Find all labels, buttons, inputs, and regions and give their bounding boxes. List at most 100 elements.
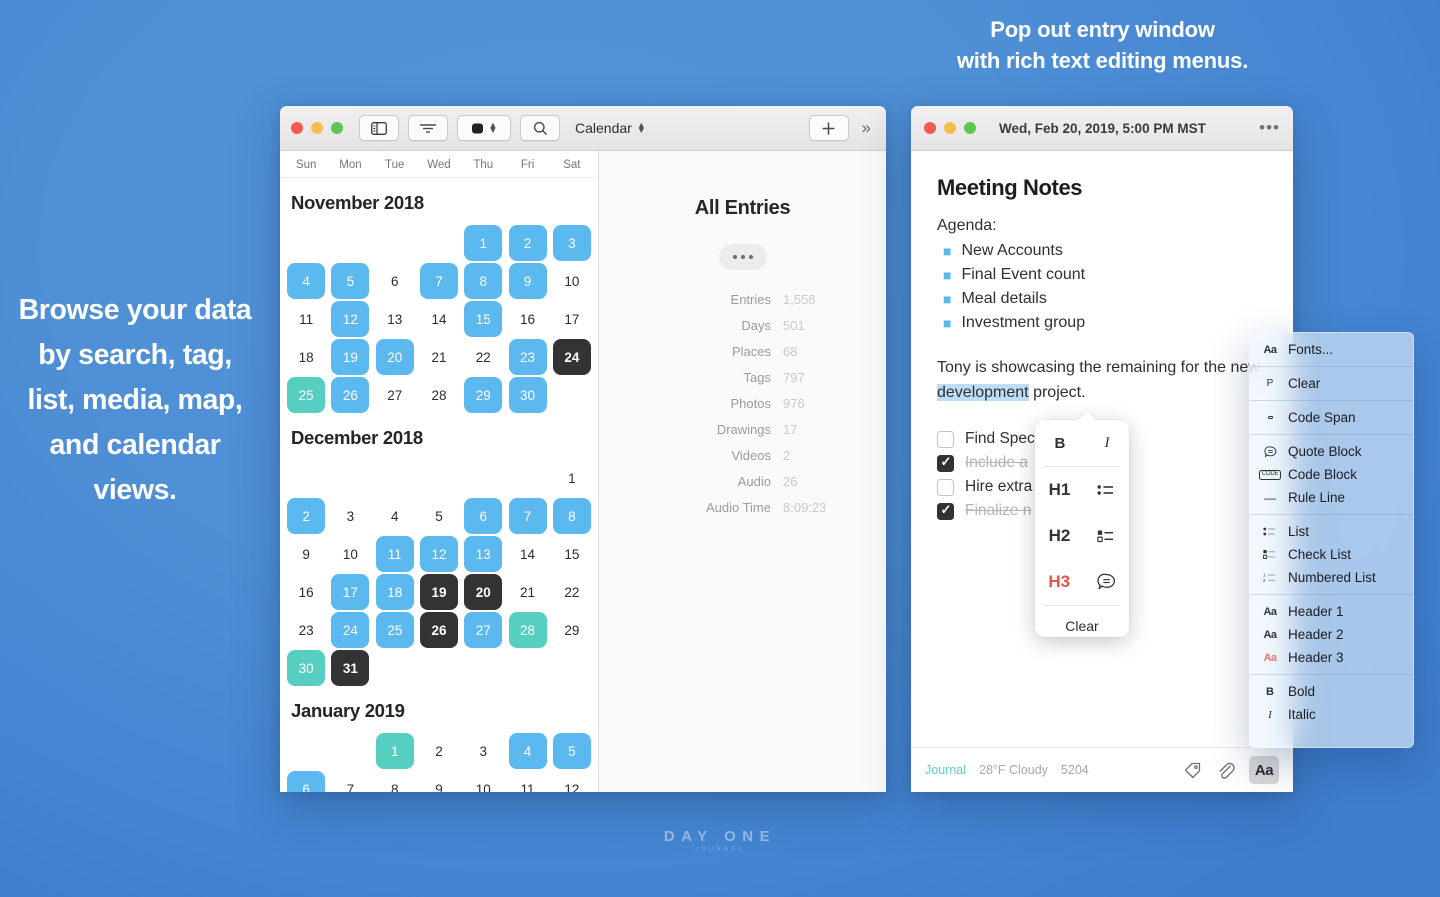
todo-checkbox[interactable] xyxy=(937,454,954,472)
calendar-day[interactable]: 4 xyxy=(284,263,328,299)
stats-more-button[interactable] xyxy=(718,244,767,270)
calendar-day[interactable]: 26 xyxy=(417,612,461,648)
italic-button[interactable]: I xyxy=(1104,435,1109,452)
calendar-day[interactable]: 6 xyxy=(373,263,417,299)
calendar-day[interactable]: 3 xyxy=(550,225,594,261)
close-button[interactable] xyxy=(291,122,303,134)
calendar-day[interactable]: 12 xyxy=(328,301,372,337)
calendar-day[interactable]: 12 xyxy=(417,536,461,572)
calendar-day[interactable]: 24 xyxy=(550,339,594,375)
calendar-day[interactable]: 21 xyxy=(417,339,461,375)
h1-button[interactable]: H1 xyxy=(1049,480,1071,500)
calendar-day[interactable]: 1 xyxy=(550,460,594,496)
calendar-day[interactable]: 7 xyxy=(328,771,372,793)
calendar-day[interactable]: 1 xyxy=(461,225,505,261)
calendar-day[interactable]: 19 xyxy=(417,574,461,610)
calendar-day[interactable]: 13 xyxy=(461,536,505,572)
calendar-day[interactable]: 30 xyxy=(284,650,328,686)
calendar-day[interactable]: 8 xyxy=(373,771,417,793)
bullet-list-icon[interactable] xyxy=(1097,483,1115,497)
calendar-day[interactable]: 15 xyxy=(550,536,594,572)
calendar-day[interactable]: 2 xyxy=(417,733,461,769)
quote-icon[interactable] xyxy=(1097,573,1116,591)
search-button[interactable] xyxy=(520,115,560,141)
calendar-day[interactable]: 6 xyxy=(461,498,505,534)
calendar-day[interactable]: 12 xyxy=(550,771,594,793)
calendar-day[interactable]: 31 xyxy=(328,650,372,686)
calendar-day[interactable]: 29 xyxy=(550,612,594,648)
menu-item-rule-line[interactable]: — Rule Line xyxy=(1250,486,1413,509)
calendar-day[interactable]: 14 xyxy=(505,536,549,572)
calendar-day[interactable]: 24 xyxy=(328,612,372,648)
todo-checkbox[interactable] xyxy=(937,430,954,448)
calendar-day[interactable]: 5 xyxy=(417,498,461,534)
todo-checkbox[interactable] xyxy=(937,478,954,496)
calendar-day[interactable]: 23 xyxy=(505,339,549,375)
calendar-day[interactable]: 11 xyxy=(373,536,417,572)
calendar-day[interactable]: 25 xyxy=(373,612,417,648)
menu-item-quote-block[interactable]: Quote Block xyxy=(1250,440,1413,463)
menu-item-clear[interactable]: P Clear xyxy=(1250,372,1413,395)
calendar-day[interactable]: 8 xyxy=(550,498,594,534)
calendar-day[interactable]: 19 xyxy=(328,339,372,375)
calendar-day[interactable]: 4 xyxy=(505,733,549,769)
calendar-day[interactable]: 9 xyxy=(284,536,328,572)
journal-color-picker[interactable]: ▲ ▼ xyxy=(457,115,511,141)
calendar-day[interactable]: 3 xyxy=(461,733,505,769)
menu-item-header-3[interactable]: Aa Header 3 xyxy=(1250,646,1413,669)
menu-item-header-1[interactable]: Aa Header 1 xyxy=(1250,600,1413,623)
menu-item-check-list[interactable]: Check List xyxy=(1250,543,1413,566)
todo-checkbox[interactable] xyxy=(937,502,954,520)
calendar-day[interactable]: 10 xyxy=(461,771,505,793)
clear-formatting-button[interactable]: Clear xyxy=(1035,606,1129,634)
menu-item-code-span[interactable]: Code Span xyxy=(1250,406,1413,429)
calendar-day[interactable]: 21 xyxy=(505,574,549,610)
check-list-icon[interactable] xyxy=(1097,529,1115,543)
calendar-day[interactable]: 3 xyxy=(328,498,372,534)
tag-icon[interactable] xyxy=(1183,761,1202,780)
calendar-day[interactable]: 5 xyxy=(550,733,594,769)
view-selector[interactable]: Calendar ▲ ▼ xyxy=(569,120,652,136)
calendar-day[interactable]: 1 xyxy=(373,733,417,769)
menu-item-numbered-list[interactable]: 1 2 Numbered List xyxy=(1250,566,1413,589)
calendar-day[interactable]: 18 xyxy=(373,574,417,610)
sidebar-toggle-button[interactable] xyxy=(359,115,399,141)
calendar-day[interactable]: 17 xyxy=(328,574,372,610)
calendar-day[interactable]: 14 xyxy=(417,301,461,337)
close-button[interactable] xyxy=(924,122,936,134)
paperclip-icon[interactable] xyxy=(1216,761,1235,780)
calendar-day[interactable]: 18 xyxy=(284,339,328,375)
calendar-day[interactable]: 23 xyxy=(284,612,328,648)
maximize-button[interactable] xyxy=(331,122,343,134)
calendar-day[interactable]: 27 xyxy=(461,612,505,648)
calendar-day[interactable]: 20 xyxy=(373,339,417,375)
calendar-day[interactable]: 16 xyxy=(284,574,328,610)
menu-item-fonts[interactable]: Aa Fonts... xyxy=(1250,338,1413,361)
calendar-day[interactable]: 30 xyxy=(505,377,549,413)
minimize-button[interactable] xyxy=(944,122,956,134)
calendar-day[interactable]: 7 xyxy=(417,263,461,299)
menu-item-list[interactable]: List xyxy=(1250,520,1413,543)
h3-button[interactable]: H3 xyxy=(1048,572,1070,592)
menu-item-bold[interactable]: B Bold xyxy=(1250,680,1413,703)
menu-item-header-2[interactable]: Aa Header 2 xyxy=(1250,623,1413,646)
calendar-day[interactable]: 2 xyxy=(284,498,328,534)
calendar-day[interactable]: 13 xyxy=(373,301,417,337)
calendar-day[interactable]: 26 xyxy=(328,377,372,413)
bold-button[interactable]: B xyxy=(1055,435,1066,452)
calendar-scroll[interactable]: November 2018 1 2 3 4 5 6 7 8 9 10 11 12 13 14 15 16 17 18… xyxy=(280,178,598,792)
calendar-day[interactable]: 25 xyxy=(284,377,328,413)
calendar-day[interactable]: 10 xyxy=(550,263,594,299)
calendar-day[interactable]: 28 xyxy=(417,377,461,413)
overflow-button[interactable]: » xyxy=(858,118,875,138)
h2-button[interactable]: H2 xyxy=(1049,526,1071,546)
entry-more-button[interactable]: ••• xyxy=(1259,118,1280,138)
calendar-day[interactable]: 16 xyxy=(505,301,549,337)
calendar-day[interactable]: 29 xyxy=(461,377,505,413)
filter-button[interactable] xyxy=(408,115,448,141)
calendar-day[interactable]: 22 xyxy=(550,574,594,610)
calendar-day[interactable]: 8 xyxy=(461,263,505,299)
calendar-day[interactable]: 4 xyxy=(373,498,417,534)
calendar-day[interactable]: 6 xyxy=(284,771,328,792)
calendar-day[interactable]: 2 xyxy=(505,225,549,261)
